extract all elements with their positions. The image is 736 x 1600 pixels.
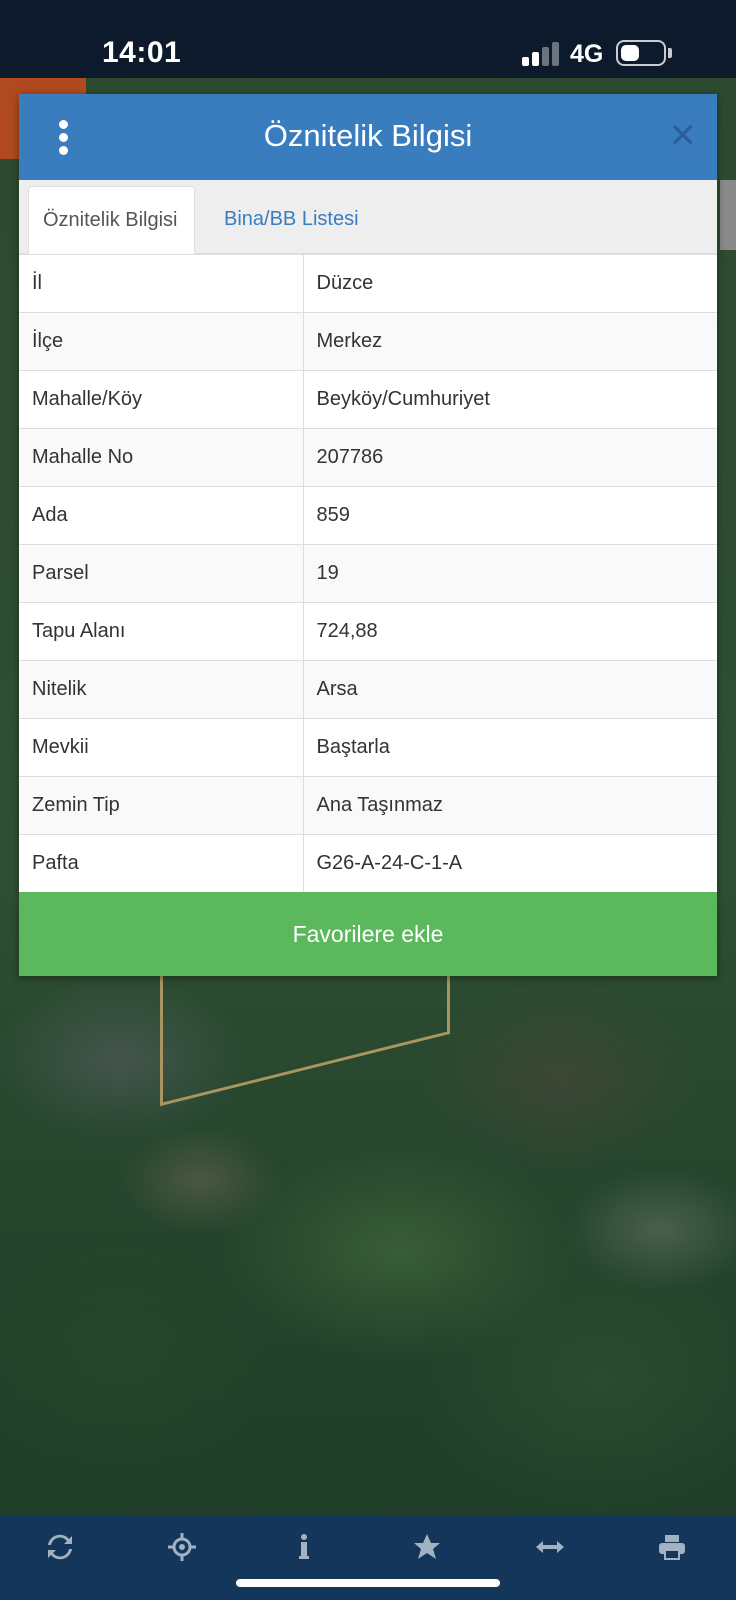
tab-bar: Öznitelik Bilgisi Bina/BB Listesi: [19, 180, 717, 254]
add-to-favorites-button[interactable]: Favorilere ekle: [19, 892, 717, 976]
measure-icon[interactable]: [528, 1532, 572, 1572]
row-key: Ada: [19, 486, 304, 545]
row-key: Nitelik: [19, 660, 304, 719]
row-key: Tapu Alanı: [19, 602, 304, 661]
battery-tip: [668, 48, 672, 58]
phone-screen: 14:01 4G Öznitelik Bilgisi ✕ Öznitelik B…: [0, 0, 736, 1600]
tab-attribute-info[interactable]: Öznitelik Bilgisi: [28, 186, 195, 254]
row-value: G26-A-24-C-1-A: [302, 834, 717, 893]
row-value: 207786: [302, 428, 717, 487]
modal-header: Öznitelik Bilgisi ✕: [19, 94, 717, 180]
row-value: Merkez: [302, 312, 717, 371]
info-icon[interactable]: [282, 1532, 326, 1572]
attribute-info-modal: Öznitelik Bilgisi ✕ Öznitelik Bilgisi Bi…: [19, 94, 717, 976]
row-key: Parsel: [19, 544, 304, 603]
table-row: Mahalle/Köy Beyköy/Cumhuriyet: [19, 370, 717, 429]
row-value: 19: [302, 544, 717, 603]
status-time: 14:01: [102, 36, 182, 69]
row-key: İl: [19, 254, 304, 313]
table-row: Zemin Tip Ana Taşınmaz: [19, 776, 717, 835]
attribute-table: İl Düzce İlçe Merkez Mahalle/Köy Beyköy/…: [19, 254, 717, 893]
table-row: İl Düzce: [19, 254, 717, 313]
modal-title: Öznitelik Bilgisi: [263, 118, 473, 153]
table-row: Pafta G26-A-24-C-1-A: [19, 834, 717, 893]
table-row: Parsel 19: [19, 544, 717, 603]
close-icon[interactable]: ✕: [669, 116, 698, 156]
row-value: 724,88: [302, 602, 717, 661]
row-value: Beyköy/Cumhuriyet: [302, 370, 717, 429]
network-label: 4G: [570, 40, 604, 68]
map-side-strip: [720, 180, 736, 250]
tab-building-list[interactable]: Bina/BB Listesi: [210, 186, 373, 254]
status-bar: 14:01 4G: [0, 0, 736, 78]
row-key: Mevkii: [19, 718, 304, 777]
table-row: Mahalle No 207786: [19, 428, 717, 487]
signal-icon: [522, 42, 560, 66]
row-value: 859: [302, 486, 717, 545]
star-icon[interactable]: [405, 1532, 449, 1572]
bottom-toolbar: [0, 1516, 736, 1600]
table-row: İlçe Merkez: [19, 312, 717, 371]
row-value: Arsa: [302, 660, 717, 719]
row-key: Zemin Tip: [19, 776, 304, 835]
print-icon[interactable]: [650, 1532, 694, 1572]
row-key: Pafta: [19, 834, 304, 893]
table-row: Mevkii Baştarla: [19, 718, 717, 777]
row-value: Düzce: [302, 254, 717, 313]
refresh-icon[interactable]: [38, 1532, 82, 1572]
battery-icon: [616, 40, 666, 66]
row-key: İlçe: [19, 312, 304, 371]
table-row: Nitelik Arsa: [19, 660, 717, 719]
row-key: Mahalle No: [19, 428, 304, 487]
crosshair-icon[interactable]: [160, 1532, 204, 1572]
row-key: Mahalle/Köy: [19, 370, 304, 429]
home-indicator: [236, 1579, 500, 1587]
row-value: Baştarla: [302, 718, 717, 777]
row-value: Ana Taşınmaz: [302, 776, 717, 835]
table-row: Tapu Alanı 724,88: [19, 602, 717, 661]
table-row: Ada 859: [19, 486, 717, 545]
